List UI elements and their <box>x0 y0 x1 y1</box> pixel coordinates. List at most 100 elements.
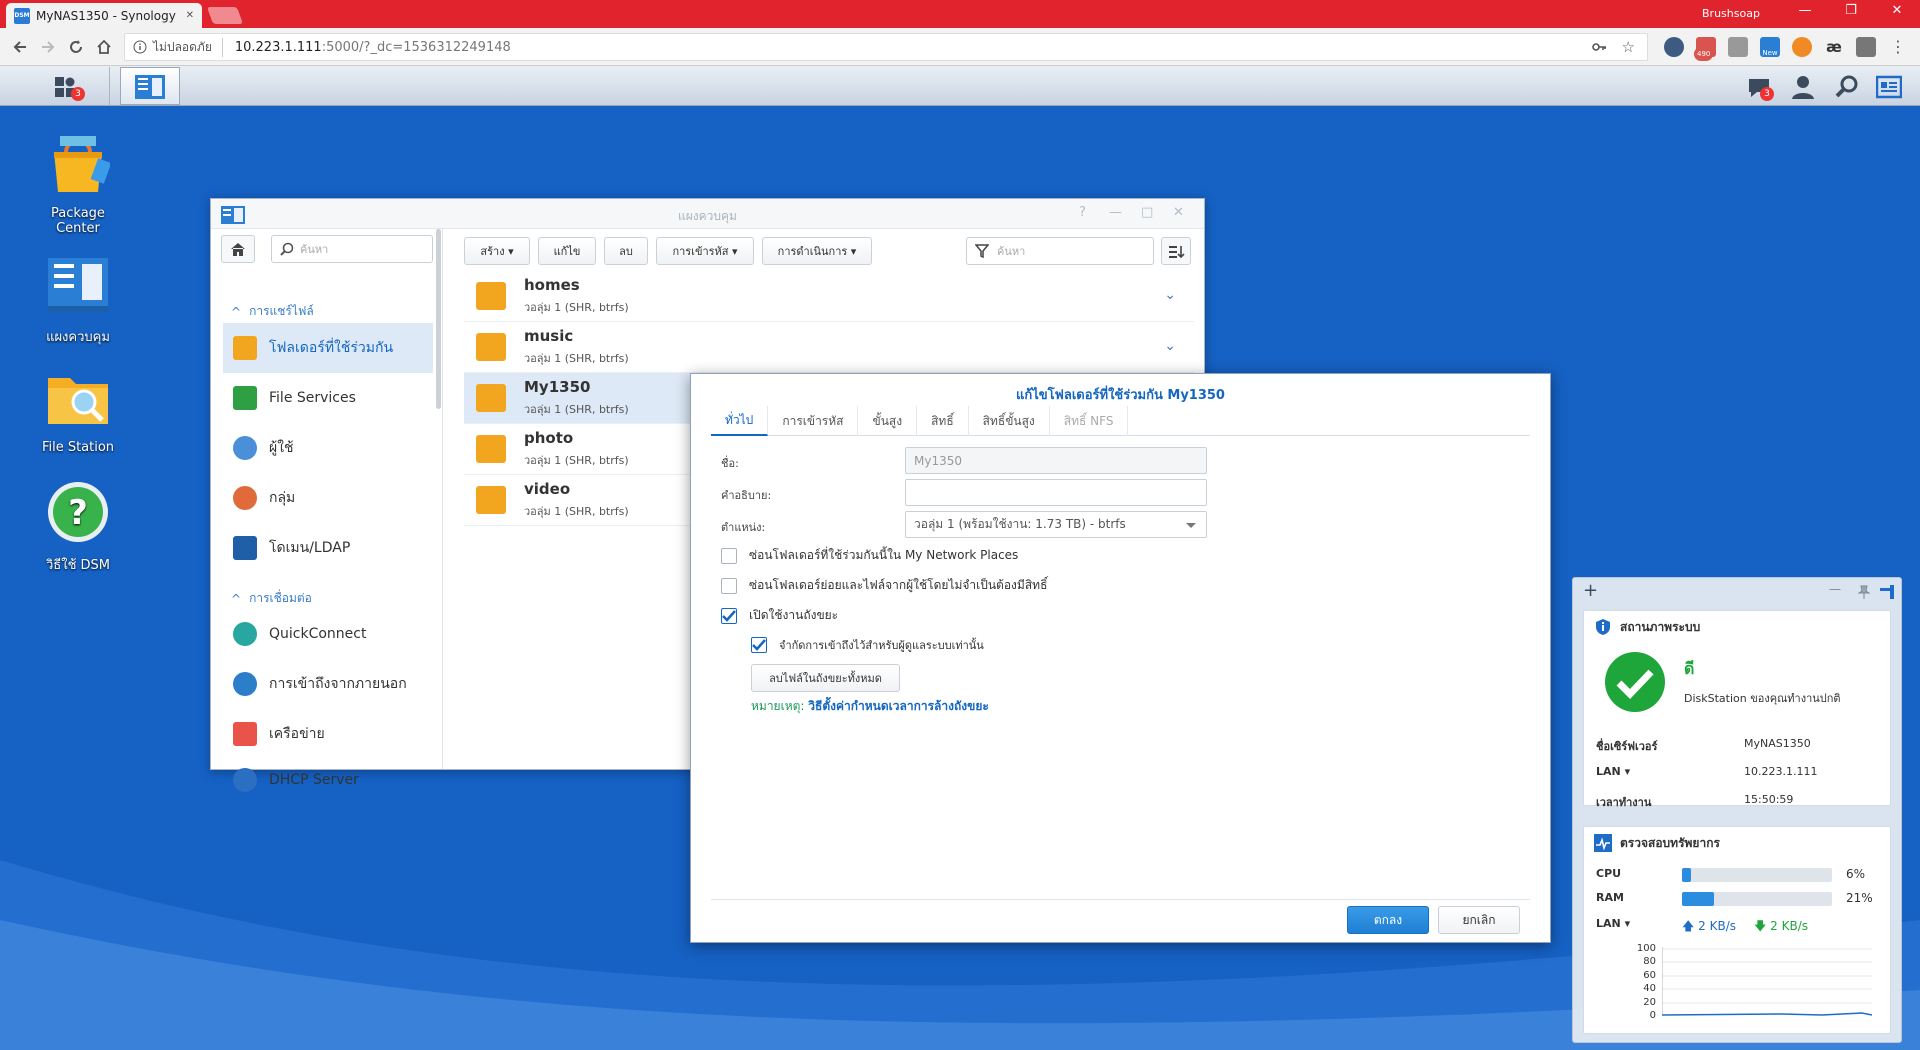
sidebar-item-network[interactable]: เครือข่าย <box>223 709 433 759</box>
file-station-icon <box>48 378 108 424</box>
cast-extension-icon[interactable] <box>1856 37 1876 57</box>
description-field[interactable] <box>905 479 1207 506</box>
add-widget-icon[interactable]: + <box>1583 580 1598 601</box>
basketball-extension-icon[interactable] <box>1792 37 1812 57</box>
sidebar-scrollbar[interactable] <box>436 229 441 409</box>
checkbox-box[interactable] <box>721 607 737 624</box>
chevron-down-icon[interactable]: ⌄ <box>1164 338 1176 354</box>
news-extension-icon[interactable]: New <box>1760 37 1780 57</box>
key-icon[interactable] <box>1591 39 1607 55</box>
cancel-button[interactable]: ยกเลิก <box>1438 906 1520 934</box>
section-file-sharing[interactable]: ^ การแชร์ไฟล์ <box>231 302 314 321</box>
sidebar-item-shared-folder[interactable]: โฟลเดอร์ที่ใช้ร่วมกัน <box>223 323 433 373</box>
url-text[interactable]: 10.223.1.111:5000/?_dc=1536312249148 <box>235 40 511 55</box>
checkbox-box[interactable] <box>721 577 737 594</box>
sidebar-item-users[interactable]: ผู้ใช้ <box>223 423 433 473</box>
minimize-icon[interactable]: — <box>1829 582 1841 596</box>
schedule-help-link[interactable]: วิธีตั้งค่ากำหนดเวลาการล้างถังขยะ <box>808 699 989 713</box>
sidebar-item-dhcp-server[interactable]: DHCP Server <box>223 759 433 801</box>
chevron-down-icon[interactable]: ⌄ <box>1164 287 1176 303</box>
user-icon[interactable] <box>1790 74 1816 100</box>
widgets-toggle-icon[interactable] <box>1876 74 1902 100</box>
checkmark-icon <box>722 609 736 622</box>
pin-icon[interactable] <box>1857 585 1871 599</box>
hide-in-network-places-checkbox[interactable]: ซ่อนโฟลเดอร์ที่ใช้ร่วมกันนี้ใน My Networ… <box>721 546 1018 565</box>
sort-icon <box>1169 246 1185 259</box>
search-placeholder: ค้นหา <box>300 243 329 256</box>
folder-row-music[interactable]: music วอลุ่ม 1 (SHR, btrfs) ⌄ <box>464 322 1194 373</box>
sidebar-item-domain-ldap[interactable]: โดเมน/LDAP <box>223 523 433 573</box>
package-center-icon <box>54 136 112 192</box>
chat-icon[interactable]: 3 <box>1746 74 1774 101</box>
reload-icon[interactable] <box>66 37 86 57</box>
folder-name: video <box>524 480 571 498</box>
sidebar-item-external-access[interactable]: การเข้าถึงจากภายนอก <box>223 659 433 709</box>
tab-encryption[interactable]: การเข้ารหัส <box>768 406 859 436</box>
extension-icon[interactable] <box>1664 37 1684 57</box>
browser-menu-icon[interactable]: ⋮ <box>1888 37 1908 57</box>
tab-advanced-permissions[interactable]: สิทธิ์ขั้นสูง <box>969 406 1050 436</box>
checkbox-box[interactable] <box>721 547 737 564</box>
lan-dropdown[interactable]: LAN ▾ <box>1596 765 1630 778</box>
filter-search-input[interactable]: ค้นหา <box>966 237 1154 265</box>
desktop-icon-control-panel[interactable]: แผงควบคุม <box>30 252 126 347</box>
tab-close-icon[interactable]: ✕ <box>186 10 194 21</box>
home-button[interactable] <box>221 235 255 263</box>
name-field[interactable]: My1350 <box>905 447 1207 474</box>
close-icon[interactable]: ✕ <box>1173 205 1184 220</box>
sidebar-item-quickconnect[interactable]: QuickConnect <box>223 609 433 659</box>
sidebar-search-input[interactable]: ค้นหา <box>271 235 433 263</box>
folder-row-homes[interactable]: homes วอลุ่ม 1 (SHR, btrfs) ⌄ <box>464 271 1194 322</box>
help-icon[interactable]: ? <box>1079 205 1086 220</box>
minimize-icon[interactable]: — <box>1790 3 1820 18</box>
security-label[interactable]: ไม่ปลอดภัย <box>153 37 223 57</box>
desktop-icon-label: File Station <box>41 440 115 455</box>
encryption-button[interactable]: การเข้ารหัส ▾ <box>656 237 754 265</box>
action-button[interactable]: การดำเนินการ ▾ <box>762 237 872 265</box>
address-bar[interactable]: ไม่ปลอดภัย 10.223.1.111:5000/?_dc=153631… <box>124 33 1648 61</box>
checkbox-box[interactable] <box>751 637 767 653</box>
sidebar-item-file-services[interactable]: File Services <box>223 373 433 423</box>
new-tab-button[interactable] <box>206 7 244 24</box>
desktop-icon-file-station[interactable]: File Station <box>30 366 126 455</box>
edit-button[interactable]: แก้ไข <box>538 237 596 265</box>
tab-advanced[interactable]: ขั้นสูง <box>858 406 918 436</box>
collapse-panel-icon[interactable] <box>1879 584 1895 600</box>
search-icon[interactable] <box>1834 74 1860 100</box>
minimize-icon[interactable]: — <box>1109 205 1122 220</box>
back-icon[interactable] <box>10 37 30 57</box>
empty-recycle-bin-button[interactable]: ลบไฟล์ในถังขยะทั้งหมด <box>751 664 900 692</box>
home-icon[interactable] <box>94 37 114 57</box>
ae-extension-icon[interactable]: æ <box>1824 37 1844 57</box>
desktop-icon-dsm-help[interactable]: ? วิธีใช้ DSM <box>30 480 126 575</box>
browser-tab[interactable]: DSM MyNAS1350 - Synology D ✕ <box>6 3 202 28</box>
info-icon[interactable] <box>133 40 147 54</box>
control-panel-taskbar-button[interactable] <box>120 67 180 105</box>
maximize-icon[interactable]: □ <box>1141 205 1153 220</box>
restore-icon[interactable]: ❐ <box>1836 3 1866 18</box>
create-button[interactable]: สร้าง ▾ <box>464 237 530 265</box>
hide-subfolders-checkbox[interactable]: ซ่อนโฟลเดอร์ย่อยและไฟล์จากผู้ใช้โดยไม่จำ… <box>721 576 1047 595</box>
location-select[interactable]: วอลุ่ม 1 (พร้อมใช้งาน: 1.73 TB) - btrfs <box>905 511 1207 538</box>
ok-button[interactable]: ตกลง <box>1347 906 1429 934</box>
tab-permissions[interactable]: สิทธิ์ <box>917 406 969 436</box>
window-titlebar[interactable]: แผงควบคุม ? — □ ✕ <box>211 199 1204 229</box>
extension-mail-icon[interactable]: 490 <box>1694 37 1716 61</box>
main-menu-button[interactable]: 3 <box>20 67 110 105</box>
delete-button[interactable]: ลบ <box>604 237 648 265</box>
desktop-icon-package-center[interactable]: Package Center <box>30 132 126 236</box>
sidebar-item-groups[interactable]: กลุ่ม <box>223 473 433 523</box>
camera-extension-icon[interactable] <box>1728 37 1748 57</box>
sort-button[interactable] <box>1161 237 1191 265</box>
tab-general[interactable]: ทั่วไป <box>711 406 769 436</box>
profile-name[interactable]: Brushsoap <box>1702 7 1760 20</box>
enable-recycle-bin-checkbox[interactable]: เปิดใช้งานถังขยะ <box>721 606 838 625</box>
uptime-label: เวลาทำงาน <box>1596 796 1652 809</box>
bookmark-star-icon[interactable]: ☆ <box>1622 38 1635 56</box>
lan-dropdown[interactable]: LAN ▾ <box>1596 917 1630 930</box>
close-window-icon[interactable]: ✕ <box>1882 3 1912 18</box>
forward-icon[interactable] <box>38 37 58 57</box>
admin-only-recycle-bin-checkbox[interactable]: จำกัดการเข้าถึงไว้สำหรับผู้ดูแลระบบเท่าน… <box>751 636 984 654</box>
network-house-icon <box>233 722 257 746</box>
section-connectivity[interactable]: ^ การเชื่อมต่อ <box>231 589 312 608</box>
